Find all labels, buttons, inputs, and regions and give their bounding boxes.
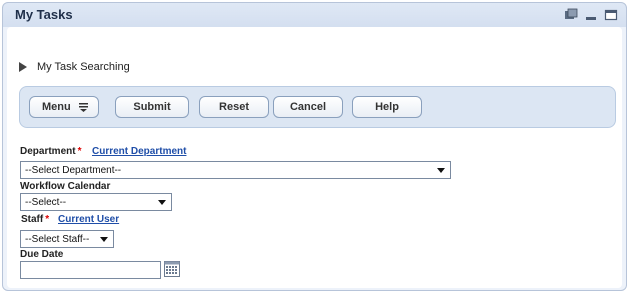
staff-select[interactable]: --Select Staff-- (20, 230, 114, 248)
chevron-down-icon (158, 200, 166, 205)
staff-required-mark: * (45, 214, 50, 225)
calendar-icon[interactable] (164, 261, 180, 277)
help-button[interactable]: Help (352, 96, 422, 118)
my-tasks-portlet: My Tasks My Task Searching Menu Submit R… (2, 2, 627, 291)
current-department-link[interactable]: Current Department (92, 146, 186, 157)
window-title: My Tasks (15, 7, 73, 22)
window-controls (564, 8, 618, 22)
current-user-link[interactable]: Current User (58, 214, 119, 225)
department-select[interactable]: --Select Department-- (20, 161, 451, 179)
due-date-label: Due Date (20, 249, 64, 260)
maximize-icon[interactable] (604, 8, 618, 22)
menu-button-label: Menu (42, 101, 71, 113)
minimize-icon[interactable] (584, 8, 598, 22)
staff-select-value: --Select Staff-- (25, 233, 90, 245)
chevron-down-icon (100, 237, 108, 242)
staff-label: Staff * (21, 214, 49, 225)
submit-button[interactable]: Submit (115, 96, 189, 118)
reset-button[interactable]: Reset (199, 96, 269, 118)
refresh-icon[interactable] (564, 8, 578, 22)
action-toolbar: Menu Submit Reset Cancel Help (19, 86, 616, 128)
menu-dropdown-icon (79, 103, 88, 112)
menu-button[interactable]: Menu (29, 96, 99, 118)
department-label: Department * (20, 146, 81, 157)
department-select-value: --Select Department-- (25, 164, 122, 176)
expand-arrow-icon[interactable] (19, 62, 27, 72)
chevron-down-icon (437, 168, 445, 173)
department-label-text: Department (20, 146, 76, 157)
section-header[interactable]: My Task Searching (19, 61, 130, 73)
workflow-calendar-select-value: --Select-- (25, 196, 67, 208)
workflow-calendar-select[interactable]: --Select-- (20, 193, 172, 211)
workflow-calendar-label: Workflow Calendar (20, 181, 111, 192)
section-title: My Task Searching (37, 61, 130, 73)
title-bar: My Tasks (3, 3, 626, 27)
cancel-button[interactable]: Cancel (273, 96, 343, 118)
staff-label-text: Staff (21, 214, 44, 225)
portlet-content: My Task Searching Menu Submit Reset Canc… (7, 27, 622, 288)
department-required-mark: * (77, 146, 82, 157)
due-date-input[interactable] (20, 261, 161, 279)
